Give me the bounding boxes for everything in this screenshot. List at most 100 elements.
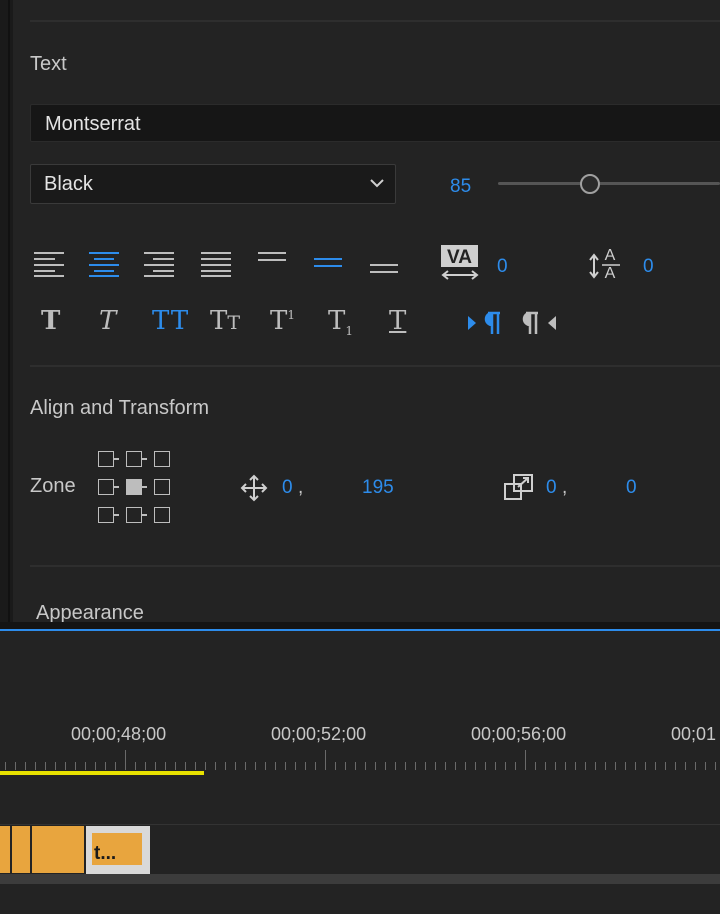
ruler-tick bbox=[205, 762, 206, 770]
ruler-tick bbox=[75, 762, 76, 770]
align-center-icon[interactable] bbox=[88, 250, 120, 278]
timecode-label: 00;01 bbox=[671, 724, 717, 744]
ruler-tick bbox=[585, 762, 586, 770]
ruler-major-tick bbox=[125, 750, 126, 770]
position-move-icon bbox=[240, 474, 268, 502]
ruler-tick bbox=[465, 762, 466, 770]
zone-cell[interactable] bbox=[98, 451, 114, 467]
zone-cell-selected[interactable] bbox=[126, 479, 142, 495]
ruler-tick bbox=[425, 762, 426, 770]
ruler-tick bbox=[445, 762, 446, 770]
ruler-tick bbox=[155, 762, 156, 770]
ruler-tick bbox=[285, 762, 286, 770]
zone-cell[interactable] bbox=[126, 451, 142, 467]
ruler-tick bbox=[455, 762, 456, 770]
timeline-scrollbar[interactable] bbox=[0, 874, 720, 884]
timecode-label: 00;00;56;00 bbox=[471, 724, 567, 744]
ruler-tick bbox=[115, 762, 116, 770]
position-y-value[interactable]: 195 bbox=[362, 477, 394, 499]
position-separator: , bbox=[298, 477, 304, 498]
justify-icon[interactable] bbox=[200, 250, 232, 278]
ruler-tick bbox=[385, 762, 386, 770]
font-size-slider-thumb[interactable] bbox=[580, 174, 600, 194]
anchor-x-value[interactable]: 0 bbox=[546, 477, 557, 499]
ruler-tick bbox=[495, 762, 496, 770]
bottom-align-text-icon[interactable] bbox=[369, 262, 399, 278]
zone-cell[interactable] bbox=[154, 479, 170, 495]
ruler-tick bbox=[595, 762, 596, 770]
align-left-icon[interactable] bbox=[33, 250, 65, 278]
selected-text-clip[interactable]: t... bbox=[86, 826, 150, 874]
ruler-tick bbox=[485, 762, 486, 770]
subscript-icon[interactable]: T1 bbox=[328, 306, 353, 338]
ruler-tick bbox=[35, 762, 36, 770]
all-caps-icon[interactable]: TT bbox=[152, 306, 189, 336]
top-align-text-icon[interactable] bbox=[257, 250, 287, 266]
svg-text:A: A bbox=[605, 247, 616, 264]
time-ruler[interactable] bbox=[0, 748, 720, 772]
ruler-tick bbox=[295, 762, 296, 770]
underline-icon[interactable]: T bbox=[389, 306, 406, 336]
ruler-tick bbox=[535, 762, 536, 770]
zone-link bbox=[142, 486, 147, 488]
font-family-dropdown[interactable]: Montserrat bbox=[30, 104, 720, 142]
zone-cell[interactable] bbox=[126, 507, 142, 523]
timeline-clip[interactable] bbox=[32, 826, 84, 873]
faux-italic-icon[interactable]: T bbox=[99, 306, 116, 336]
font-size-value[interactable]: 85 bbox=[450, 176, 471, 198]
leading-icon: A A bbox=[589, 247, 620, 281]
timeline-clip[interactable] bbox=[0, 826, 10, 873]
ruler-tick bbox=[515, 762, 516, 770]
ruler-tick bbox=[345, 762, 346, 770]
center-align-text-icon[interactable] bbox=[313, 256, 343, 272]
ruler-tick bbox=[375, 762, 376, 770]
zone-cell[interactable] bbox=[98, 507, 114, 523]
zone-grid[interactable] bbox=[98, 451, 176, 527]
anchor-point-icon bbox=[504, 474, 533, 500]
leading-value[interactable]: 0 bbox=[643, 256, 654, 278]
appearance-title: Appearance bbox=[36, 602, 144, 622]
ruler-tick bbox=[145, 762, 146, 770]
ruler-tick bbox=[265, 762, 266, 770]
timeline-clip[interactable] bbox=[12, 826, 30, 873]
zone-cell[interactable] bbox=[154, 451, 170, 467]
zone-link bbox=[142, 514, 147, 516]
ruler-tick bbox=[45, 762, 46, 770]
position-x-value[interactable]: 0 bbox=[282, 477, 293, 499]
ruler-tick bbox=[105, 762, 106, 770]
superscript-icon[interactable]: T1 bbox=[270, 306, 295, 336]
ruler-tick bbox=[5, 762, 6, 770]
tracking-value[interactable]: 0 bbox=[497, 256, 508, 278]
font-size-slider[interactable] bbox=[498, 182, 720, 185]
ruler-tick bbox=[505, 762, 506, 770]
zone-cell[interactable] bbox=[154, 507, 170, 523]
zone-cell[interactable] bbox=[98, 479, 114, 495]
zone-link bbox=[114, 458, 119, 460]
ruler-tick bbox=[635, 762, 636, 770]
font-style-dropdown[interactable]: Black bbox=[30, 164, 396, 204]
work-area-bar[interactable] bbox=[0, 771, 204, 775]
tracking-icon: VA bbox=[441, 245, 479, 280]
track-divider bbox=[0, 824, 720, 825]
small-caps-icon[interactable]: TT bbox=[210, 306, 240, 336]
ruler-tick bbox=[185, 762, 186, 770]
ruler-tick bbox=[545, 762, 546, 770]
ruler-tick bbox=[645, 762, 646, 770]
align-right-icon[interactable] bbox=[143, 250, 175, 278]
ruler-major-tick bbox=[325, 750, 326, 770]
right-to-left-icon[interactable] bbox=[522, 310, 560, 336]
left-to-right-icon[interactable] bbox=[466, 310, 504, 336]
zone-link bbox=[114, 514, 119, 516]
ruler-tick bbox=[55, 762, 56, 770]
ruler-tick bbox=[255, 762, 256, 770]
ruler-tick bbox=[575, 762, 576, 770]
ruler-tick bbox=[335, 762, 336, 770]
font-family-value: Montserrat bbox=[45, 113, 141, 135]
ruler-tick bbox=[435, 762, 436, 770]
ruler-tick bbox=[605, 762, 606, 770]
section-divider bbox=[30, 365, 720, 367]
zone-link bbox=[142, 458, 147, 460]
anchor-separator: , bbox=[562, 477, 568, 498]
faux-bold-icon[interactable]: T bbox=[41, 306, 60, 336]
anchor-y-value[interactable]: 0 bbox=[626, 477, 637, 499]
